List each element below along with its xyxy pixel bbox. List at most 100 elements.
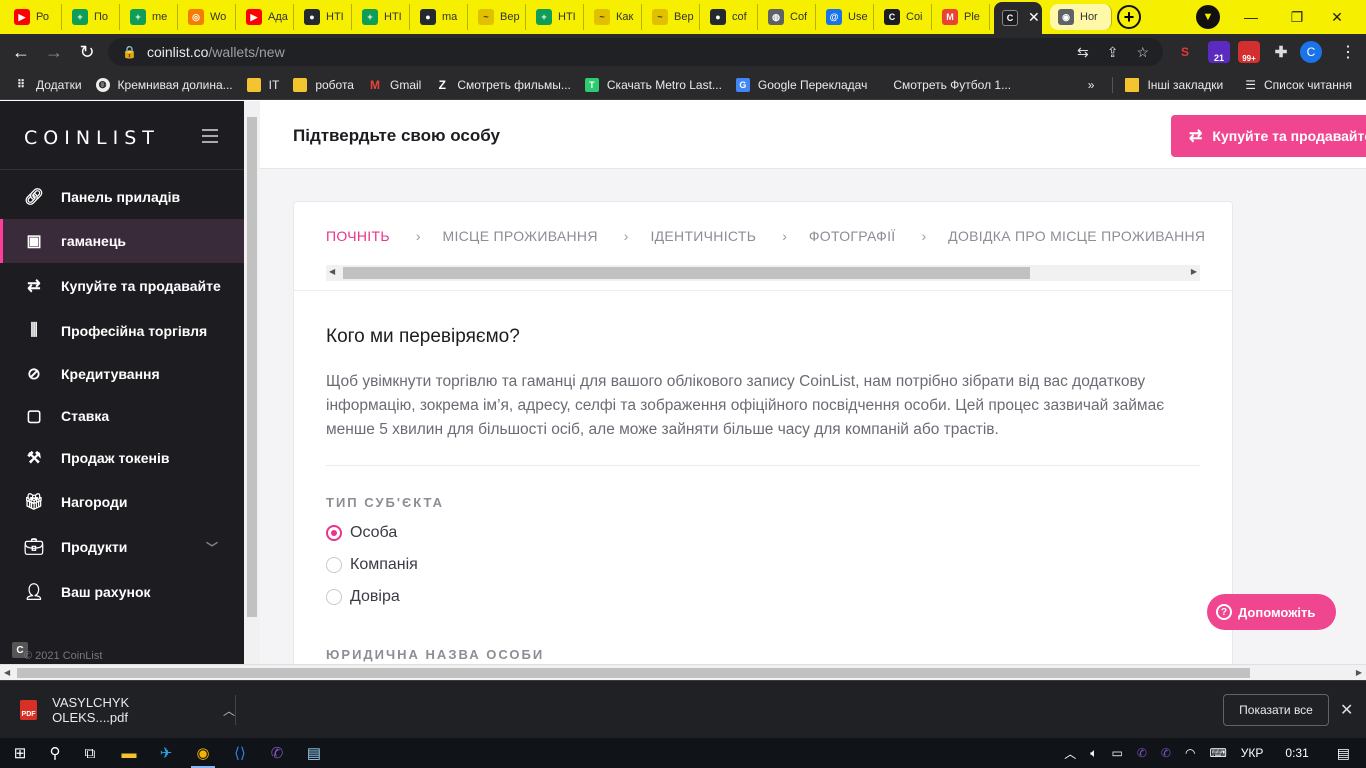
translate-icon[interactable]: ⇆: [1077, 44, 1089, 61]
extension-red-icon[interactable]: 99+: [1238, 41, 1260, 63]
step-residence[interactable]: МІСЦЕ ПРОЖИВАННЯ: [443, 228, 598, 244]
scroll-right-icon[interactable]: ▶: [1191, 267, 1197, 276]
browser-tab[interactable]: C Coi: [876, 4, 932, 30]
browser-tab[interactable]: M Ple: [934, 4, 990, 30]
windows-start-icon[interactable]: ⊞: [8, 742, 32, 764]
sidebar-item-buy-sell[interactable]: ⇄ Купуйте та продавайте: [0, 264, 244, 308]
sidebar-item-staking[interactable]: ▢ Ставка: [0, 394, 244, 438]
steps-scrollbar[interactable]: ◀ ▶: [326, 265, 1200, 281]
profile-avatar[interactable]: C: [1300, 41, 1322, 63]
help-button[interactable]: ? Допоможіть: [1207, 594, 1336, 630]
bookmark-item[interactable]: Смотреть Футбол 1...: [893, 78, 1011, 92]
sidebar-item-wallet[interactable]: ▣ гаманець: [0, 219, 244, 263]
sidebar-scrollbar[interactable]: [244, 101, 260, 664]
notifications-icon[interactable]: ▤: [1337, 745, 1350, 762]
telegram-icon[interactable]: ✈: [154, 742, 178, 764]
viber-icon[interactable]: ✆: [1137, 746, 1147, 760]
notepad-icon[interactable]: ▤: [302, 742, 326, 764]
viber-icon[interactable]: ✆: [265, 742, 289, 764]
step-identity[interactable]: ІДЕНТИЧНІСТЬ: [650, 228, 756, 244]
chevron-up-icon[interactable]: ︿: [223, 702, 235, 719]
sidebar-item-account[interactable]: 👤︎ Ваш рахунок: [0, 570, 244, 614]
bookmark-item[interactable]: Z Смотреть фильмы...: [435, 78, 571, 92]
tab-search-icon[interactable]: ▼: [1196, 5, 1220, 29]
other-bookmarks[interactable]: Інші закладки: [1147, 78, 1223, 92]
extension-s-icon[interactable]: S: [1174, 41, 1196, 63]
scrollbar-thumb[interactable]: [247, 117, 257, 617]
window-close-button[interactable]: ✕: [1308, 0, 1366, 34]
bookmark-item[interactable]: T Скачать Metro Last...: [584, 77, 722, 92]
search-icon[interactable]: ⚲: [43, 742, 67, 764]
chrome-icon[interactable]: ◉: [191, 742, 215, 768]
step-start[interactable]: ПОЧНІТЬ: [326, 228, 390, 244]
scrollbar-thumb[interactable]: [343, 267, 1030, 279]
volume-icon[interactable]: 🔈︎: [1090, 746, 1097, 761]
buy-sell-button[interactable]: ⇄ Купуйте та продавайте: [1171, 115, 1366, 157]
reload-icon[interactable]: ↻: [76, 41, 98, 63]
battery-icon[interactable]: ▭: [1112, 746, 1123, 760]
radio-company[interactable]: Компанія: [326, 556, 418, 574]
step-photos[interactable]: ФОТОГРАФІЇ: [809, 228, 896, 244]
browser-tab[interactable]: + По: [64, 4, 120, 30]
viber-icon[interactable]: ✆: [1161, 746, 1171, 760]
forward-icon[interactable]: →: [43, 41, 65, 63]
browser-tab[interactable]: ● ma: [412, 4, 468, 30]
browser-tab[interactable]: ◉ Hor: [1050, 4, 1112, 30]
browser-tab[interactable]: ◍ Cof: [760, 4, 816, 30]
vscode-icon[interactable]: ⟨⟩: [228, 742, 252, 764]
browser-tab[interactable]: ~ Вер: [644, 4, 700, 30]
browser-tab[interactable]: ~ Вер: [470, 4, 526, 30]
close-icon[interactable]: ✕: [1340, 700, 1353, 720]
browser-tab[interactable]: ● НТІ: [296, 4, 352, 30]
bookmark-folder[interactable]: робота: [293, 77, 354, 92]
browser-tab[interactable]: + me: [122, 4, 178, 30]
scroll-left-icon[interactable]: ◀: [329, 267, 335, 276]
address-bar[interactable]: 🔒 coinlist.co/wallets/new ⇆ ⇪ ☆: [108, 38, 1163, 66]
scroll-right-icon[interactable]: ▶: [1356, 668, 1362, 677]
extensions-puzzle-icon[interactable]: ✚: [1270, 41, 1292, 63]
coinlist-logo[interactable]: COINLIST: [24, 127, 160, 149]
bookmark-star-icon[interactable]: ☆: [1136, 44, 1149, 61]
hamburger-menu-icon[interactable]: [202, 129, 218, 143]
new-tab-button[interactable]: +: [1117, 5, 1141, 29]
bookmark-folder[interactable]: IT: [246, 77, 279, 92]
bookmark-item[interactable]: ◍ Кремнивая долина...: [95, 77, 233, 92]
browser-tab[interactable]: ● cof: [702, 4, 758, 30]
browser-tab[interactable]: ◎ Wo: [180, 4, 236, 30]
tab-close-icon[interactable]: ✕: [1028, 9, 1040, 26]
more-bookmarks-icon[interactable]: »: [1088, 78, 1095, 92]
sidebar-item-dashboard[interactable]: 🔗︎ Панель приладів: [0, 175, 244, 219]
chevron-up-icon[interactable]: ︿: [1064, 745, 1076, 762]
language-indicator[interactable]: УКР: [1241, 746, 1264, 760]
keyboard-icon[interactable]: ⌨: [1209, 746, 1226, 760]
sidebar-item-pro-trading[interactable]: ⫼ Професійна торгівля: [0, 309, 244, 353]
wifi-icon[interactable]: ◠: [1185, 746, 1195, 760]
download-item[interactable]: PDF VASYLCHYK OLEKS....pdf ︿: [14, 695, 236, 725]
sidebar-item-token-sales[interactable]: ⚒ Продаж токенів: [0, 436, 244, 480]
scroll-left-icon[interactable]: ◀: [4, 668, 10, 677]
clock[interactable]: 0:31: [1285, 746, 1308, 760]
sidebar-item-rewards[interactable]: 🎁︎ Нагороди: [0, 480, 244, 524]
radio-person[interactable]: Особа: [326, 524, 397, 542]
bookmark-item[interactable]: G Google Перекладач: [735, 77, 867, 92]
scrollbar-thumb[interactable]: [17, 668, 1250, 678]
page-horizontal-scrollbar[interactable]: ◀ ▶: [0, 664, 1366, 680]
extension-purple-icon[interactable]: 21: [1208, 41, 1230, 63]
sidebar-item-products[interactable]: 💼︎ Продукти ﹀: [0, 525, 244, 569]
bookmark-item[interactable]: ⠿ Додатки: [14, 78, 82, 92]
show-all-button[interactable]: Показати все: [1223, 694, 1329, 726]
task-view-icon[interactable]: ⧉: [78, 742, 102, 764]
reading-list[interactable]: Список читання: [1264, 78, 1352, 92]
bookmark-item[interactable]: M Gmail: [368, 78, 421, 92]
browser-tab[interactable]: @ Use: [818, 4, 874, 30]
menu-dots-icon[interactable]: ⋮: [1340, 42, 1356, 62]
browser-tab[interactable]: ~ Как: [586, 4, 642, 30]
share-icon[interactable]: ⇪: [1107, 44, 1119, 61]
browser-tab[interactable]: ▶ Ада: [238, 4, 294, 30]
radio-trust[interactable]: Довіра: [326, 588, 400, 606]
file-explorer-icon[interactable]: ▬: [117, 742, 141, 764]
back-icon[interactable]: ←: [10, 41, 32, 63]
step-proof-of-address[interactable]: ДОВІДКА ПРО МІСЦЕ ПРОЖИВАННЯ: [948, 228, 1205, 244]
browser-tab[interactable]: + НТІ: [354, 4, 410, 30]
browser-tab[interactable]: + НТІ: [528, 4, 584, 30]
